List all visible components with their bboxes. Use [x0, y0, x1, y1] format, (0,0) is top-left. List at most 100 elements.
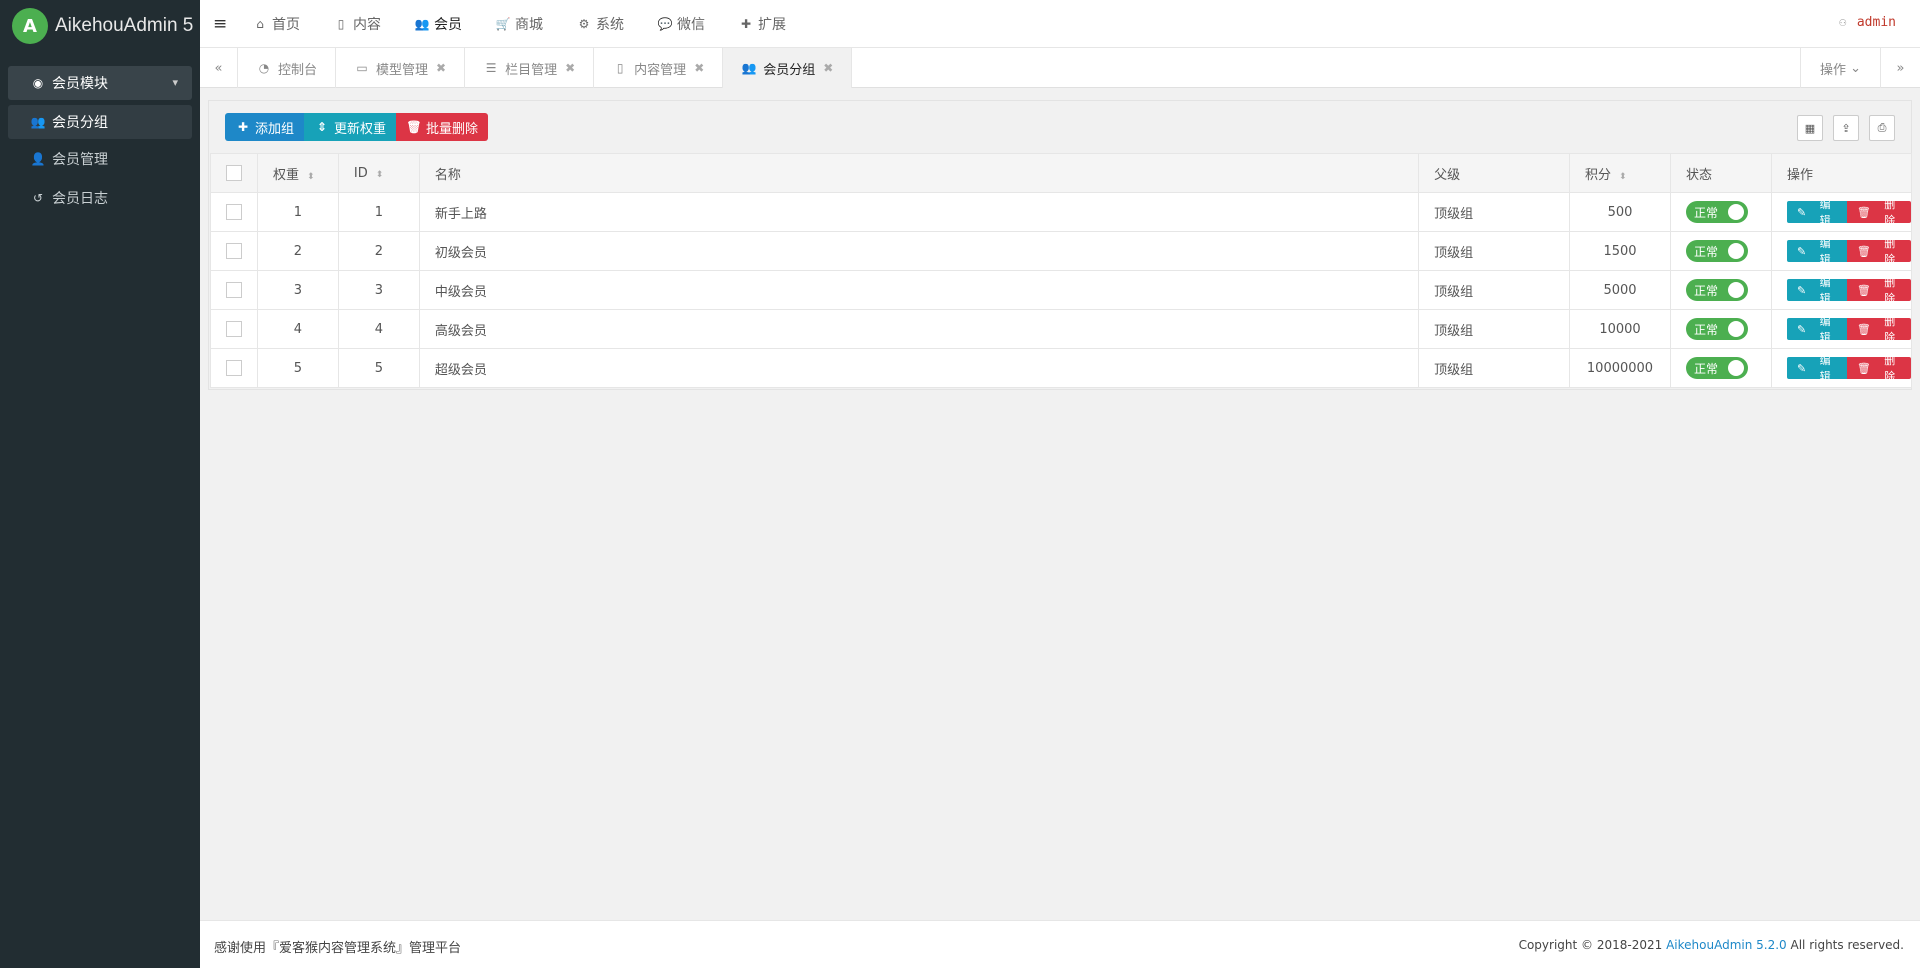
- home-icon: ⌂: [256, 17, 264, 31]
- status-label: 正常: [1693, 322, 1718, 337]
- cell-weight[interactable]: 3: [256, 270, 339, 310]
- cell-status: 正常: [1669, 309, 1772, 349]
- edit-button[interactable]: ✎ 编辑: [1786, 354, 1847, 383]
- header-label: ID: [353, 165, 368, 181]
- update-weight-button[interactable]: ⇕ 更新权重: [304, 113, 397, 141]
- export-icon[interactable]: ⇪: [1833, 115, 1859, 141]
- row-checkbox[interactable]: [225, 360, 242, 376]
- sidebar-item-member-management[interactable]: 👤 会员管理: [8, 142, 192, 176]
- tab-member-groups[interactable]: 👥 会员分组 ✖: [723, 48, 853, 88]
- footer-thanks: 感谢使用『爱客猴内容管理系统』管理平台: [214, 941, 462, 956]
- edit-button[interactable]: ✎ 编辑: [1786, 237, 1847, 266]
- menu-toggle-icon[interactable]: ≡: [213, 14, 229, 34]
- sidebar-group-member-module[interactable]: ◉ 会员模块 ▾: [8, 66, 192, 100]
- member-groups-table: 权重 ⬍ ID ⬍ 名称 父级 积分 ⬍ 状态 操作 1 1 新手上路 顶级组 500 正常 ✎ …: [210, 153, 1913, 388]
- tab-dashboard[interactable]: ◔ 控制台: [238, 48, 337, 88]
- nav-home[interactable]: ⌂ 首页: [252, 0, 316, 48]
- nav-label: 内容: [353, 17, 381, 33]
- add-group-button[interactable]: ✚ 添加组: [225, 113, 305, 141]
- cell-weight[interactable]: 2: [256, 231, 339, 271]
- cell-name: 超级会员: [418, 348, 1420, 388]
- dashboard-icon: ◔: [258, 61, 270, 75]
- status-toggle[interactable]: 正常: [1685, 201, 1748, 223]
- columns-icon[interactable]: ▦: [1797, 115, 1823, 141]
- nav-wechat[interactable]: 💬 微信: [657, 0, 721, 48]
- toggle-knob: [1727, 321, 1744, 337]
- status-toggle[interactable]: 正常: [1685, 240, 1748, 262]
- cart-icon: 🛒: [495, 17, 511, 31]
- close-icon[interactable]: ✖: [823, 61, 833, 75]
- cell-points: 10000000: [1569, 348, 1671, 388]
- cell-parent: 顶级组: [1418, 231, 1571, 271]
- close-icon[interactable]: ✖: [694, 61, 704, 75]
- table-header-row: 权重 ⬍ ID ⬍ 名称 父级 积分 ⬍ 状态 操作: [210, 153, 1913, 193]
- sort-icon[interactable]: ⬍: [1619, 172, 1627, 182]
- sidebar-item-member-groups[interactable]: 👥 会员分组: [8, 105, 192, 139]
- sort-icon[interactable]: ⬍: [376, 170, 384, 180]
- row-checkbox[interactable]: [225, 282, 242, 298]
- status-toggle[interactable]: 正常: [1685, 318, 1748, 340]
- nav-system[interactable]: ⚙ 系统: [576, 0, 640, 48]
- close-icon[interactable]: ✖: [565, 61, 575, 75]
- delete-button[interactable]: 🗑 删除: [1846, 198, 1911, 227]
- cell-parent: 顶级组: [1418, 270, 1571, 310]
- table-row: 4 4 高级会员 顶级组 10000 正常 ✎ 编辑 🗑 删除: [210, 309, 1913, 349]
- row-select-cell: [210, 270, 258, 310]
- delete-button[interactable]: 🗑 删除: [1846, 315, 1911, 344]
- row-checkbox[interactable]: [225, 321, 242, 337]
- nav-shop[interactable]: 🛒 商城: [495, 0, 559, 48]
- header-label: 权重: [272, 167, 299, 183]
- tabs-prev-icon[interactable]: «: [200, 48, 238, 88]
- edit-button[interactable]: ✎ 编辑: [1786, 276, 1847, 305]
- delete-label: 删除: [1884, 237, 1896, 266]
- row-checkbox[interactable]: [225, 204, 242, 220]
- print-icon[interactable]: ⎙: [1869, 115, 1895, 141]
- header-id[interactable]: ID ⬍: [337, 153, 420, 193]
- nav-member[interactable]: 👥 会员: [414, 0, 478, 48]
- header-points[interactable]: 积分 ⬍: [1569, 153, 1671, 193]
- cell-actions: ✎ 编辑 🗑 删除: [1770, 348, 1913, 388]
- edit-button[interactable]: ✎ 编辑: [1786, 315, 1847, 344]
- tab-content-management[interactable]: ▯ 内容管理 ✖: [594, 48, 724, 88]
- status-toggle[interactable]: 正常: [1685, 357, 1748, 379]
- cell-weight[interactable]: 1: [256, 192, 339, 232]
- tab-column-management[interactable]: ☰ 栏目管理 ✖: [465, 48, 595, 88]
- sidebar-item-member-log[interactable]: ↺ 会员日志: [8, 181, 192, 215]
- edit-button[interactable]: ✎ 编辑: [1786, 198, 1847, 227]
- cell-weight[interactable]: 4: [256, 309, 339, 349]
- button-label: 批量删除: [426, 121, 479, 137]
- chevron-down-icon: ⌄: [1845, 60, 1862, 76]
- nav-extend[interactable]: ✚ 扩展: [738, 0, 802, 48]
- tab-operations-dropdown[interactable]: 操作 ⌄: [1800, 48, 1880, 88]
- select-all-checkbox[interactable]: [225, 165, 242, 181]
- laptop-icon: ▭: [356, 61, 368, 75]
- sort-icon[interactable]: ⬍: [307, 172, 315, 182]
- batch-delete-button[interactable]: 🗑 批量删除: [396, 113, 489, 141]
- cell-weight[interactable]: 5: [256, 348, 339, 388]
- table-row: 2 2 初级会员 顶级组 1500 正常 ✎ 编辑 🗑 删除: [210, 231, 1913, 271]
- nav-label: 微信: [677, 17, 705, 33]
- row-checkbox[interactable]: [225, 243, 242, 259]
- product-link[interactable]: AikehouAdmin 5.2.0: [1666, 938, 1787, 952]
- cell-id: 3: [337, 270, 420, 310]
- sidebar-group-label: 会员模块: [52, 76, 108, 92]
- tabs-next-icon[interactable]: »: [1880, 48, 1920, 88]
- status-label: 正常: [1693, 283, 1718, 298]
- delete-button[interactable]: 🗑 删除: [1846, 354, 1911, 383]
- tab-model-management[interactable]: ▭ 模型管理 ✖: [336, 48, 466, 88]
- edit-icon: ✎: [1796, 322, 1810, 336]
- status-toggle[interactable]: 正常: [1685, 279, 1748, 301]
- user-menu[interactable]: ⚇ admin: [1835, 15, 1896, 30]
- table-toolbar: ✚ 添加组 ⇕ 更新权重 🗑 批量删除: [225, 113, 489, 141]
- delete-label: 删除: [1884, 315, 1896, 344]
- trash-icon: 🗑: [1856, 244, 1875, 258]
- brand[interactable]: A AikehouAdmin 5: [0, 0, 200, 52]
- delete-button[interactable]: 🗑 删除: [1846, 276, 1911, 305]
- cell-actions: ✎ 编辑 🗑 删除: [1770, 309, 1913, 349]
- header-weight[interactable]: 权重 ⬍: [256, 153, 339, 193]
- close-icon[interactable]: ✖: [436, 61, 446, 75]
- delete-button[interactable]: 🗑 删除: [1846, 237, 1911, 266]
- cell-points: 10000: [1569, 309, 1671, 349]
- nav-content[interactable]: ▯ 内容: [333, 0, 397, 48]
- nav-label: 会员: [434, 17, 462, 33]
